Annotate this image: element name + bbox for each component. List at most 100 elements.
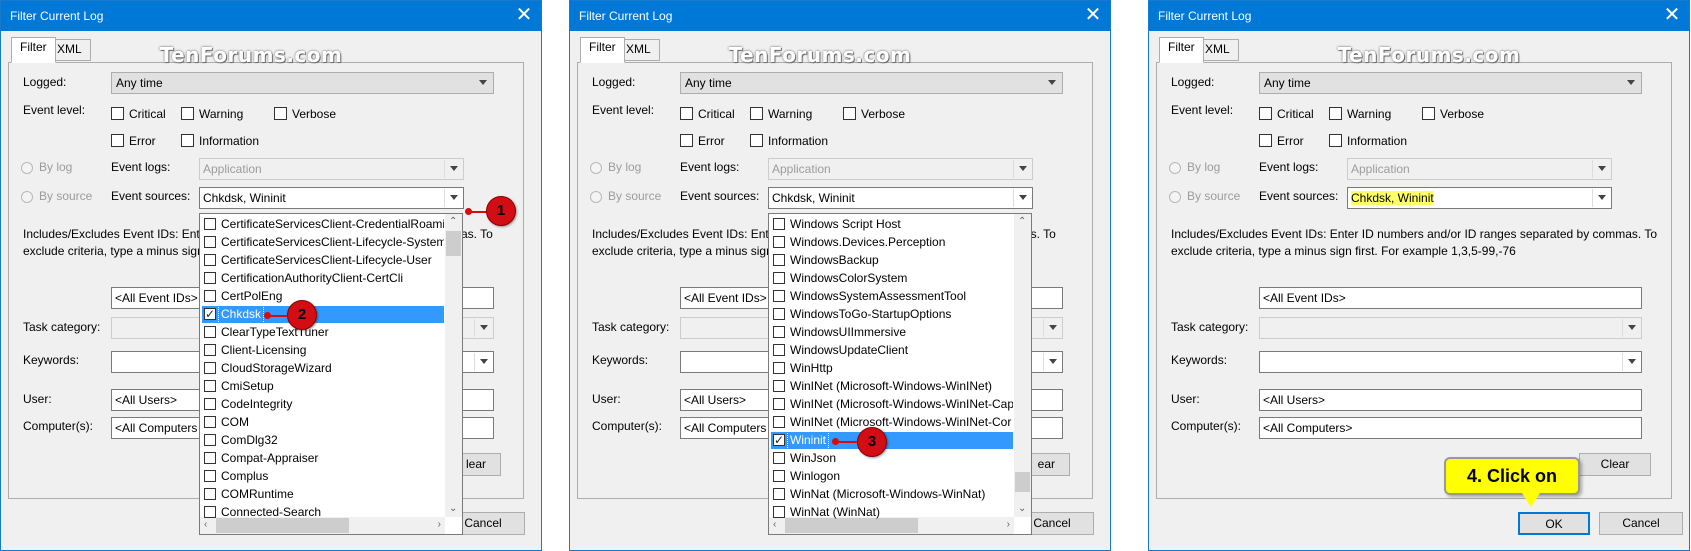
item-checkbox[interactable] — [204, 398, 216, 410]
scroll-down-icon[interactable]: ⌄ — [1018, 504, 1026, 514]
list-item[interactable]: WinJson — [771, 450, 1013, 467]
list-item[interactable]: Winlogon — [771, 468, 1013, 485]
list-item[interactable]: WinINet (Microsoft-Windows-WinINet-Cor — [771, 414, 1013, 431]
item-checkbox[interactable] — [773, 326, 785, 338]
item-checkbox[interactable] — [204, 452, 216, 464]
item-checkbox[interactable] — [204, 218, 216, 230]
scroll-thumb[interactable] — [1015, 472, 1030, 492]
list-item[interactable]: WinNat (Microsoft-Windows-WinNat) — [771, 486, 1013, 503]
item-checkbox[interactable] — [204, 380, 216, 392]
tab-filter[interactable]: Filter — [1159, 37, 1204, 63]
list-item[interactable]: CmiSetup — [202, 378, 444, 395]
list-item[interactable]: WindowsColorSystem — [771, 270, 1013, 287]
vertical-scrollbar[interactable]: ⌃ ⌄ — [445, 214, 462, 517]
item-checkbox[interactable] — [773, 218, 785, 230]
list-item[interactable]: CertificateServicesClient-CredentialRoam… — [202, 216, 444, 233]
list-item[interactable]: WindowsUIImmersive — [771, 324, 1013, 341]
error-checkbox[interactable] — [680, 134, 693, 147]
list-item[interactable]: CertificateServicesClient-Lifecycle-User — [202, 252, 444, 269]
close-icon[interactable]: ✕ — [1655, 1, 1689, 31]
list-item[interactable]: CertPolEng — [202, 288, 444, 305]
item-checkbox[interactable] — [204, 236, 216, 248]
cancel-button[interactable]: Cancel — [1599, 512, 1683, 535]
item-checkbox-checked[interactable] — [773, 432, 785, 449]
list-item[interactable]: CertificateServicesClient-Lifecycle-Syst… — [202, 234, 444, 251]
keywords-dropdown[interactable] — [474, 353, 492, 371]
verbose-checkbox[interactable] — [843, 107, 856, 120]
scroll-down-icon[interactable]: ⌄ — [449, 504, 457, 514]
scroll-up-icon[interactable]: ⌃ — [1018, 217, 1026, 227]
list-item[interactable]: Compat-Appraiser — [202, 450, 444, 467]
by-source-radio[interactable] — [590, 191, 602, 203]
item-checkbox[interactable] — [773, 398, 785, 410]
item-checkbox[interactable] — [773, 416, 785, 428]
item-checkbox[interactable] — [773, 488, 785, 500]
list-item[interactable]: Windows.Devices.Perception — [771, 234, 1013, 251]
verbose-checkbox[interactable] — [274, 107, 287, 120]
error-checkbox[interactable] — [111, 134, 124, 147]
list-item[interactable]: WinHttp — [771, 360, 1013, 377]
by-source-radio[interactable] — [21, 191, 33, 203]
logged-dropdown[interactable]: Any time — [680, 72, 1063, 94]
event-ids-field[interactable]: <All Event IDs> — [1259, 287, 1642, 309]
item-checkbox[interactable] — [204, 254, 216, 266]
list-item[interactable]: WindowsBackup — [771, 252, 1013, 269]
information-checkbox[interactable] — [750, 134, 763, 147]
list-item[interactable]: Client-Licensing — [202, 342, 444, 359]
item-checkbox[interactable] — [773, 506, 785, 518]
item-checkbox[interactable] — [204, 488, 216, 500]
item-checkbox[interactable] — [204, 344, 216, 356]
list-item[interactable]: ClearTypeTextTuner — [202, 324, 444, 341]
list-item[interactable]: COMRuntime — [202, 486, 444, 503]
item-checkbox[interactable] — [204, 470, 216, 482]
list-item[interactable]: WinNat (WinNat) — [771, 504, 1013, 521]
list-item-selected[interactable]: Wininit — [771, 432, 1013, 449]
list-item[interactable]: WinINet (Microsoft-Windows-WinINet) — [771, 378, 1013, 395]
user-field[interactable]: <All Users> — [1259, 389, 1642, 411]
item-checkbox[interactable] — [773, 308, 785, 320]
list-item[interactable]: ComDlg32 — [202, 432, 444, 449]
clear-button[interactable]: Clear — [1579, 453, 1651, 476]
list-item[interactable]: Connected-Search — [202, 504, 444, 521]
scroll-right-icon[interactable]: › — [1007, 520, 1010, 530]
keywords-dropdown[interactable] — [1043, 353, 1061, 371]
list-item[interactable]: WinINet (Microsoft-Windows-WinINet-Cap — [771, 396, 1013, 413]
warning-checkbox[interactable] — [750, 107, 763, 120]
item-checkbox[interactable] — [204, 290, 216, 302]
scroll-left-icon[interactable]: ‹ — [204, 520, 207, 530]
by-log-radio[interactable] — [590, 162, 602, 174]
computers-field[interactable]: <All Computers> — [1259, 417, 1642, 439]
list-item[interactable]: WindowsToGo-StartupOptions — [771, 306, 1013, 323]
verbose-checkbox[interactable] — [1422, 107, 1435, 120]
close-icon[interactable]: ✕ — [1076, 1, 1110, 31]
scroll-up-icon[interactable]: ⌃ — [449, 217, 457, 227]
list-item[interactable]: COM — [202, 414, 444, 431]
tab-filter[interactable]: Filter — [11, 37, 56, 63]
item-checkbox[interactable] — [773, 470, 785, 482]
scroll-right-icon[interactable]: › — [438, 520, 441, 530]
item-checkbox[interactable] — [204, 434, 216, 446]
list-item[interactable]: CodeIntegrity — [202, 396, 444, 413]
keywords-dropdown[interactable] — [1622, 353, 1640, 371]
event-sources-list[interactable]: ⌃ ⌄ ‹ › Windows Script Host Windows.Devi… — [768, 213, 1032, 535]
item-checkbox[interactable] — [773, 236, 785, 248]
event-sources-field[interactable]: Chkdsk, Wininit — [768, 187, 1033, 209]
information-checkbox[interactable] — [181, 134, 194, 147]
item-checkbox[interactable] — [773, 344, 785, 356]
item-checkbox[interactable] — [773, 452, 785, 464]
list-item[interactable]: CloudStorageWizard — [202, 360, 444, 377]
item-checkbox-checked[interactable] — [204, 306, 216, 323]
event-sources-dropdown[interactable] — [1592, 189, 1610, 207]
item-checkbox[interactable] — [773, 362, 785, 374]
keywords-field[interactable] — [1259, 351, 1642, 373]
error-checkbox[interactable] — [1259, 134, 1272, 147]
by-source-radio[interactable] — [1169, 191, 1181, 203]
list-item[interactable]: Complus — [202, 468, 444, 485]
tab-filter[interactable]: Filter — [580, 37, 625, 63]
item-checkbox[interactable] — [773, 254, 785, 266]
by-log-radio[interactable] — [1169, 162, 1181, 174]
event-sources-field[interactable]: Chkdsk, Wininit — [199, 187, 464, 209]
warning-checkbox[interactable] — [181, 107, 194, 120]
list-item[interactable]: Windows Script Host — [771, 216, 1013, 233]
event-sources-list[interactable]: ⌃ ⌄ ‹ › CertificateServicesClient-Creden… — [199, 213, 463, 535]
